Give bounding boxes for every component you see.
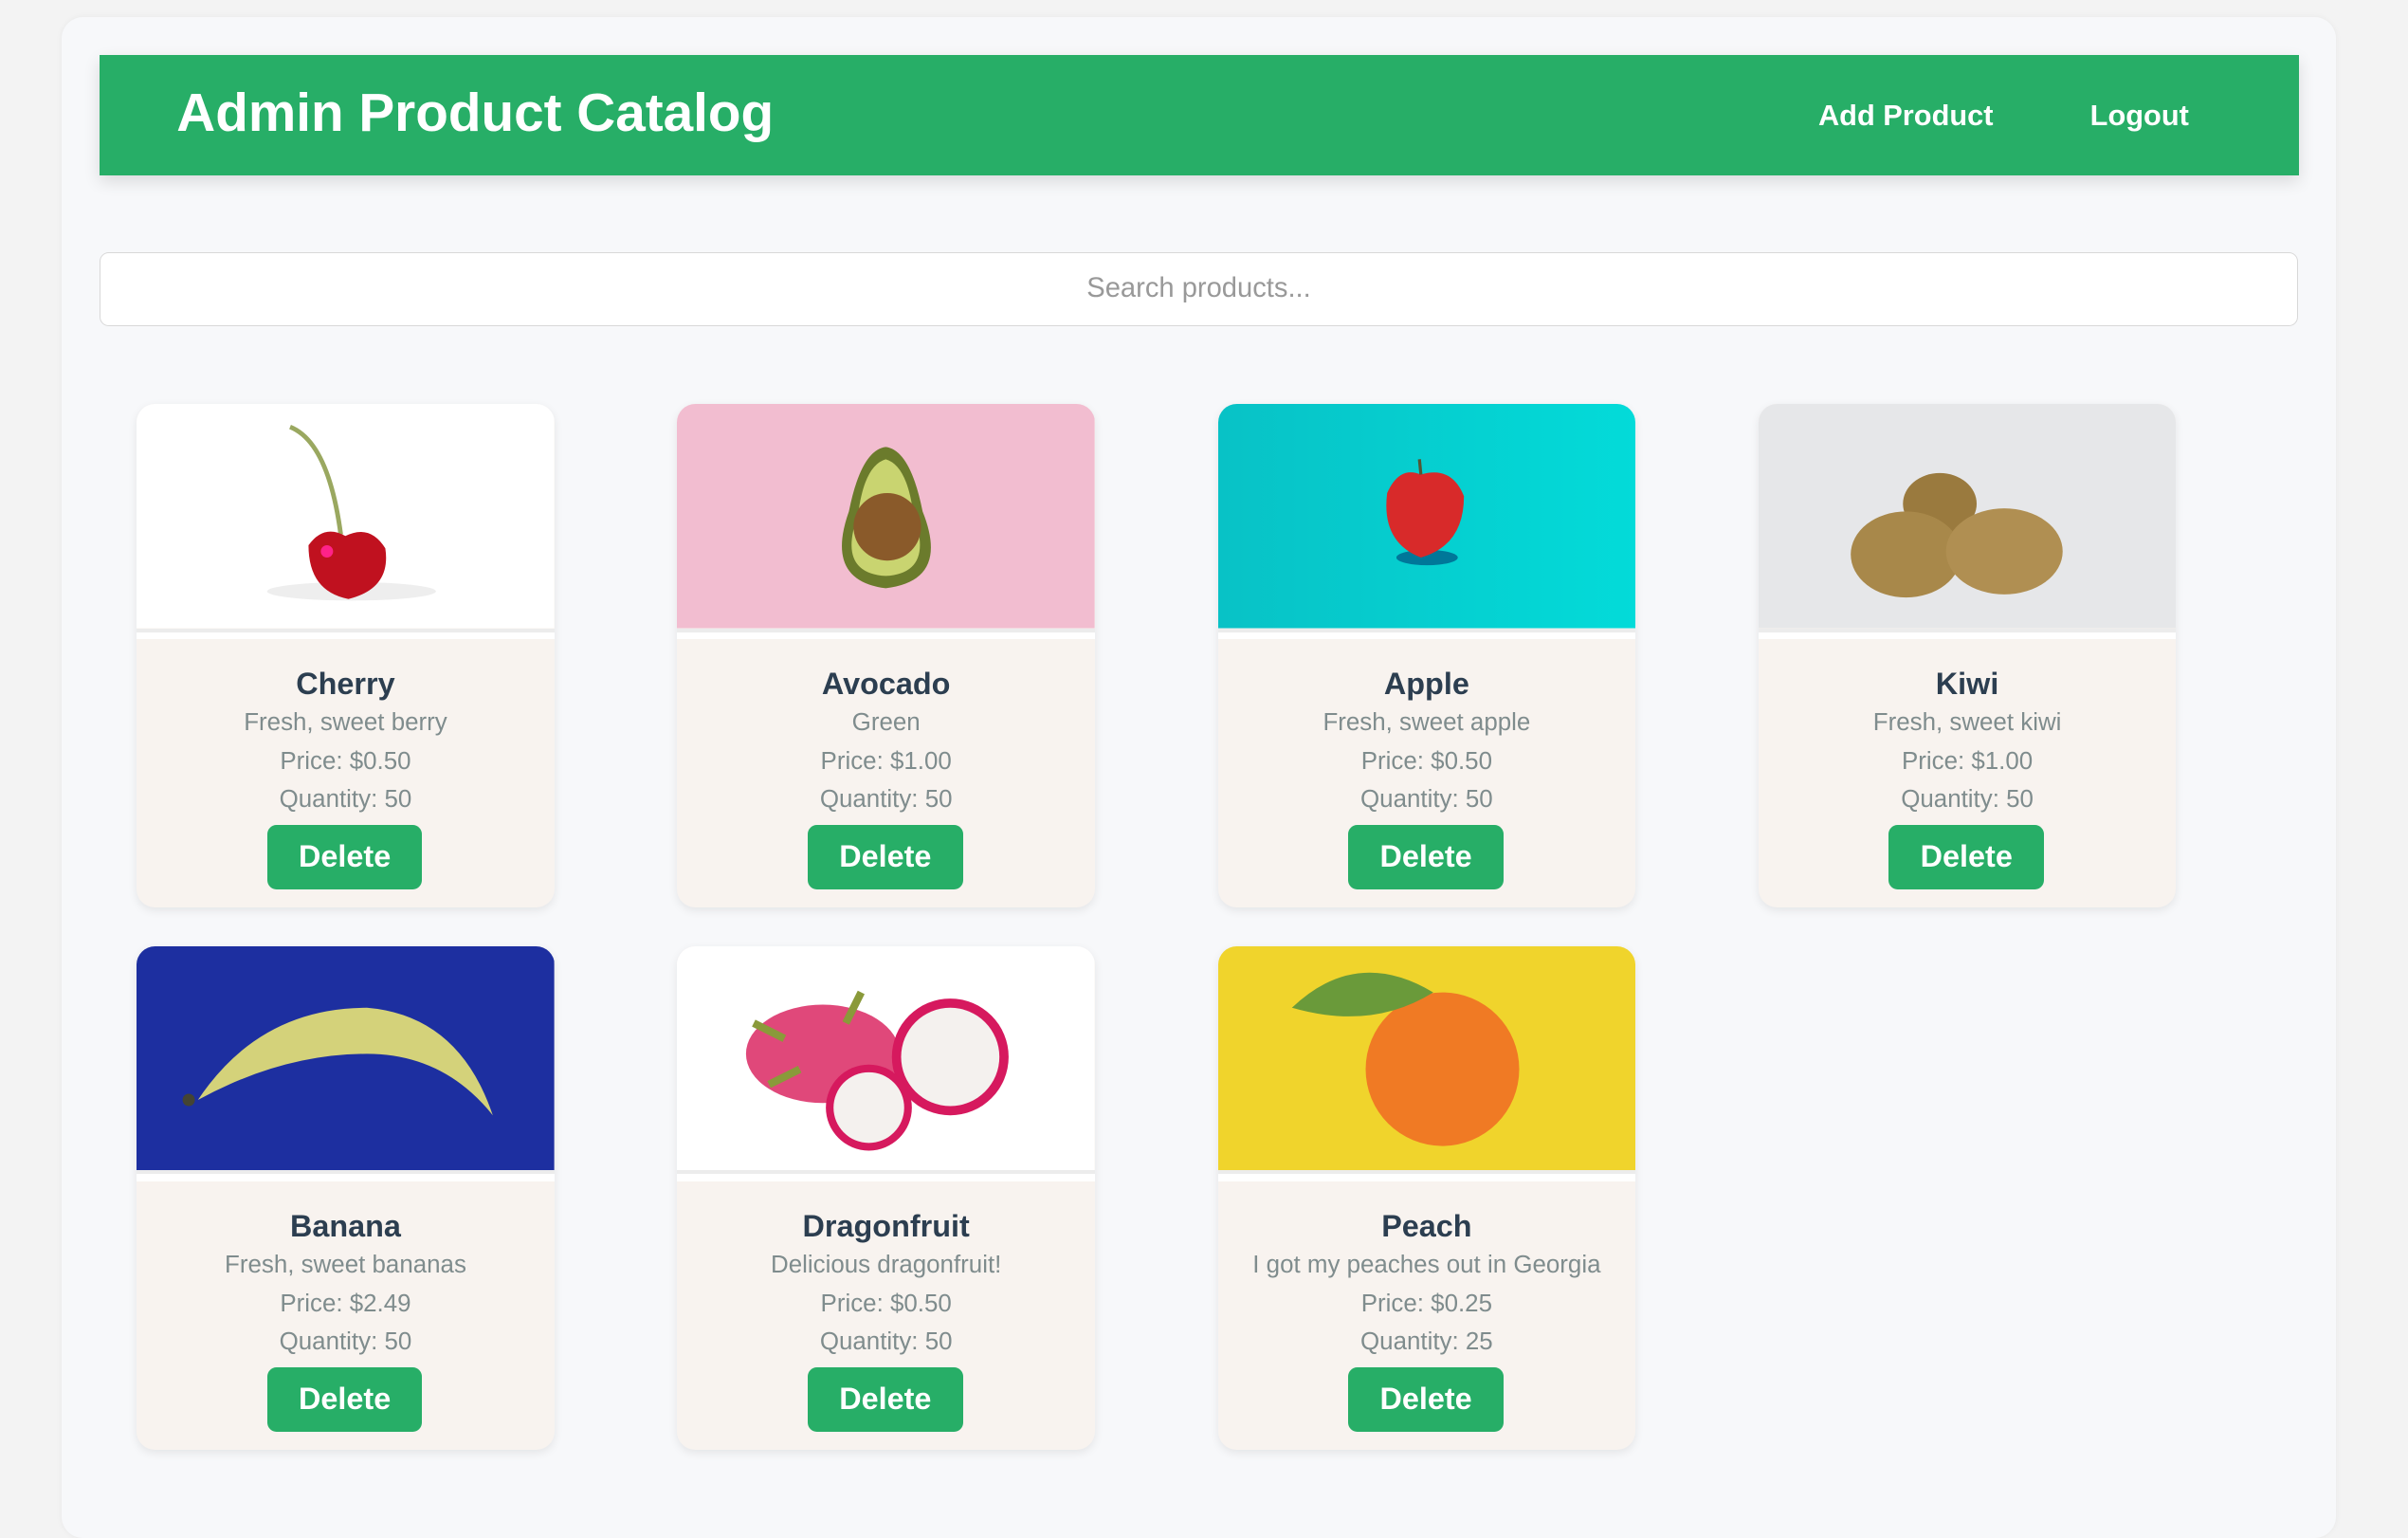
product-quantity: Quantity: 50	[1901, 786, 2034, 814]
dragonfruit-image	[677, 945, 1095, 1171]
product-quantity: Quantity: 50	[279, 1328, 412, 1356]
product-card: Avocado Green Price: $1.00 Quantity: 50 …	[677, 404, 1095, 908]
kiwi-image	[1758, 404, 2177, 629]
avocado-image	[677, 404, 1095, 629]
product-card: Peach I got my peaches out in Georgia Pr…	[1217, 945, 1636, 1451]
product-price: Price: $0.50	[820, 1290, 952, 1317]
page-title: Admin Product Catalog	[176, 83, 775, 144]
product-quantity: Quantity: 50	[279, 786, 412, 814]
cherry-image	[137, 404, 555, 629]
product-name: Peach	[1381, 1208, 1472, 1243]
product-price: Price: $2.49	[280, 1290, 411, 1317]
product-card: Cherry Fresh, sweet berry Price: $0.50 Q…	[137, 404, 555, 908]
image-divider	[677, 1170, 1095, 1181]
product-price: Price: $1.00	[820, 747, 952, 775]
product-price: Price: $1.00	[1901, 747, 2034, 775]
search-input[interactable]	[100, 251, 2298, 326]
product-quantity: Quantity: 50	[819, 786, 953, 814]
product-price: Price: $0.50	[1360, 747, 1492, 775]
image-divider	[137, 628, 555, 639]
product-name: Cherry	[296, 667, 395, 702]
product-quantity: Quantity: 50	[1360, 786, 1493, 814]
image-divider	[1217, 628, 1636, 639]
add-product-link[interactable]: Add Product	[1818, 99, 1994, 133]
image-divider	[1758, 628, 2177, 639]
product-description: Delicious dragonfruit!	[771, 1252, 1002, 1279]
product-name: Kiwi	[1935, 667, 1999, 702]
delete-button[interactable]: Delete	[808, 1366, 963, 1432]
delete-button[interactable]: Delete	[1888, 824, 2045, 889]
product-price: Price: $0.50	[280, 747, 411, 775]
product-quantity: Quantity: 25	[1360, 1328, 1493, 1356]
product-quantity: Quantity: 50	[819, 1328, 953, 1356]
product-description: Fresh, sweet bananas	[225, 1252, 466, 1279]
product-card: Dragonfruit Delicious dragonfruit! Price…	[677, 945, 1095, 1451]
product-name: Avocado	[821, 667, 951, 702]
product-name: Apple	[1383, 667, 1469, 702]
product-name: Banana	[289, 1208, 401, 1243]
product-description: Fresh, sweet apple	[1323, 709, 1531, 737]
image-divider	[677, 628, 1095, 639]
apple-image	[1217, 404, 1636, 629]
delete-button[interactable]: Delete	[1348, 1366, 1504, 1432]
product-name: Dragonfruit	[802, 1208, 970, 1243]
delete-button[interactable]: Delete	[1348, 824, 1504, 889]
image-divider	[137, 1170, 555, 1181]
peach-image	[1217, 945, 1636, 1171]
delete-button[interactable]: Delete	[266, 1366, 423, 1432]
logout-link[interactable]: Logout	[2090, 99, 2189, 133]
product-card: Apple Fresh, sweet apple Price: $0.50 Qu…	[1217, 404, 1636, 908]
banana-image	[137, 945, 555, 1171]
product-description: I got my peaches out in Georgia	[1252, 1252, 1601, 1279]
product-card: Kiwi Fresh, sweet kiwi Price: $1.00 Quan…	[1758, 404, 2177, 908]
product-price: Price: $0.25	[1360, 1290, 1492, 1317]
product-description: Green	[851, 709, 921, 737]
delete-button[interactable]: Delete	[808, 824, 963, 889]
image-divider	[1217, 1170, 1636, 1181]
product-description: Fresh, sweet berry	[244, 709, 447, 737]
product-card: Banana Fresh, sweet bananas Price: $2.49…	[137, 945, 555, 1451]
delete-button[interactable]: Delete	[266, 824, 423, 889]
product-description: Fresh, sweet kiwi	[1872, 709, 2062, 737]
header-bar: Admin Product Catalog Add Product Logout	[100, 55, 2299, 175]
